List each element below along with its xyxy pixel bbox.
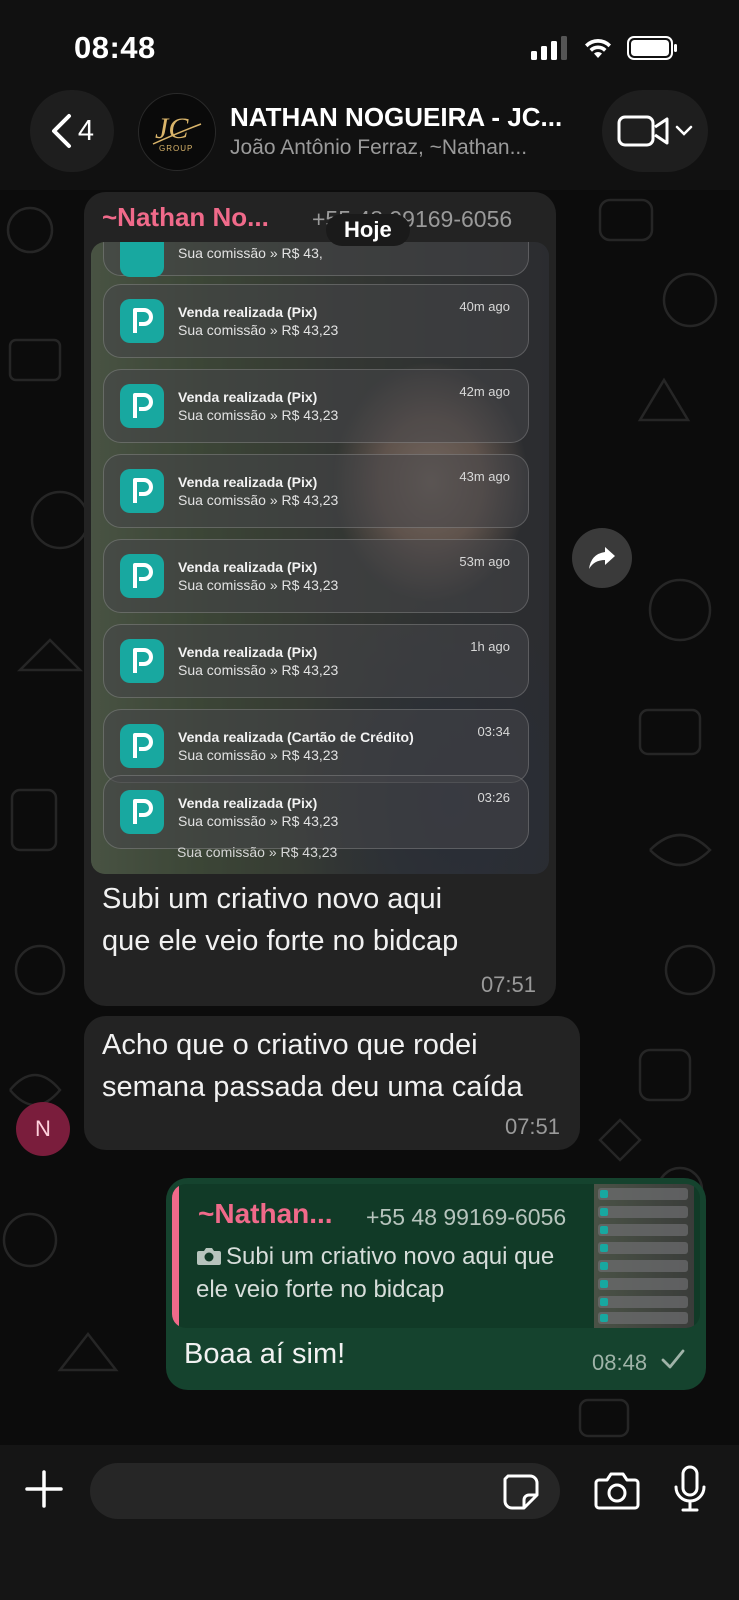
app-icon (120, 639, 164, 683)
quote-text: Subi um criativo novo aqui que ele veio … (196, 1240, 576, 1306)
quote-text-content: Subi um criativo novo aqui que ele veio … (196, 1243, 555, 1303)
date-chip: Hoje (326, 214, 410, 246)
video-call-button[interactable] (602, 90, 708, 172)
notification-title: Venda realizada (Pix) (178, 559, 318, 575)
notification-time: 40m ago (459, 299, 510, 314)
chevron-left-icon (51, 114, 71, 148)
message-line: Acho que o criativo que rodei (102, 1029, 478, 1061)
forward-button[interactable] (572, 528, 632, 588)
app-icon (120, 724, 164, 768)
message-text: Boaa aí sim! (184, 1338, 346, 1370)
status-icons (531, 36, 679, 60)
status-time: 08:48 (74, 30, 156, 65)
group-avatar[interactable]: JC GROUP (138, 93, 216, 171)
message-image[interactable]: Sua comissão » R$ 43, Venda realizada (P… (91, 242, 549, 874)
sender-avatar[interactable]: N (16, 1102, 70, 1156)
sticker-icon[interactable] (502, 1473, 540, 1511)
notification-text-partial: Sua comissão » R$ 43,23 (177, 844, 338, 860)
quote-sender: ~Nathan... (198, 1198, 333, 1229)
message-time: 08:48 (592, 1350, 648, 1375)
composer-bar (0, 1445, 739, 1600)
message-line: semana passada deu uma caída (102, 1071, 523, 1103)
back-button[interactable]: 4 (30, 90, 114, 172)
app-icon (120, 242, 164, 277)
message-line: Subi um criativo novo aqui (102, 883, 443, 915)
notification-text: Sua comissão » R$ 43,23 (178, 492, 339, 508)
battery-icon (627, 36, 677, 60)
notification-title: Venda realizada (Pix) (178, 389, 318, 405)
message-time: 07:51 (480, 972, 536, 997)
chat-area[interactable]: ~Nathan No... +55 48 99169-6056 Sua comi… (0, 190, 739, 1445)
chat-participants[interactable]: João Antônio Ferraz, ~Nathan... (230, 136, 570, 160)
notification-title: Venda realizada (Pix) (178, 644, 318, 660)
notification-title: Venda realizada (Pix) (178, 474, 318, 490)
app-logo-icon (133, 563, 153, 588)
unread-count: 4 (77, 114, 95, 147)
message-text: Subi um criativo novo aqui que ele veio … (102, 878, 458, 962)
notification-title: Venda realizada (Pix) (178, 795, 318, 811)
notification-text: Sua comissão » R$ 43,23 (178, 407, 339, 423)
app-logo-icon (133, 799, 153, 824)
wifi-icon (585, 38, 611, 58)
notification-title: Venda realizada (Pix) (178, 304, 318, 320)
camera-icon[interactable] (594, 1471, 640, 1511)
quote-thumbnail (594, 1184, 694, 1328)
notification-text: Sua comissão » R$ 43,23 (178, 322, 339, 338)
notification-text: Sua comissão » R$ 43,23 (178, 813, 339, 829)
notification-card: Venda realizada (Pix) Sua comissão » R$ 4… (103, 775, 529, 849)
app-logo-icon (133, 733, 153, 758)
app-icon (120, 384, 164, 428)
notification-text: Sua comissão » R$ 43,23 (178, 747, 339, 763)
video-camera-icon (617, 115, 669, 147)
message-time: 07:51 (504, 1114, 560, 1139)
message-input[interactable] (90, 1463, 560, 1519)
app-icon (120, 554, 164, 598)
app-logo-icon (133, 308, 153, 333)
microphone-icon[interactable] (672, 1465, 708, 1513)
notification-text: Sua comissão » R$ 43,23 (178, 577, 339, 593)
app-logo-icon (133, 393, 153, 418)
camera-small-icon (197, 1248, 221, 1265)
quote-accent-bar (172, 1184, 179, 1328)
notification-card: Venda realizada (Pix) Sua comissão » R$ 4… (103, 624, 529, 698)
notification-time: 03:34 (477, 724, 510, 739)
chat-header: 4 JC GROUP NATHAN NOGUEIRA - JC... João … (0, 90, 739, 190)
chevron-down-icon (675, 125, 693, 136)
notification-card-partial: Sua comissão » R$ 43, (103, 242, 529, 277)
sent-check-icon (661, 1349, 685, 1369)
notification-title: Venda realizada (Cartão de Crédito) (178, 729, 414, 745)
message-sender[interactable]: ~Nathan No... (102, 202, 269, 233)
jc-group-logo: JC GROUP (152, 112, 202, 153)
notification-text: Sua comissão » R$ 43,23 (178, 662, 339, 678)
app-icon (120, 790, 164, 834)
signal-icon (531, 36, 567, 60)
outgoing-message[interactable]: ~Nathan... +55 48 99169-6056 Subi um cri… (166, 1178, 706, 1390)
notification-time: 03:26 (477, 790, 510, 805)
app-icon (120, 469, 164, 513)
notification-card: Venda realizada (Pix) Sua comissão » R$ 4… (103, 284, 529, 358)
plus-icon[interactable] (24, 1469, 64, 1509)
notification-time: 43m ago (459, 469, 510, 484)
message-text: Acho que o criativo que rodei semana pas… (102, 1024, 523, 1108)
app-logo-icon (133, 478, 153, 503)
notification-time: 53m ago (459, 554, 510, 569)
status-bar: 08:48 (0, 0, 739, 90)
notification-card: Venda realizada (Pix) Sua comissão » R$ 4… (103, 539, 529, 613)
notification-card: Venda realizada (Pix) Sua comissão » R$ 4… (103, 369, 529, 443)
notification-time: 42m ago (459, 384, 510, 399)
app-logo-icon (133, 648, 153, 673)
quote-phone: +55 48 99169-6056 (366, 1204, 567, 1230)
forward-icon (589, 547, 615, 569)
notification-card: Venda realizada (Cartão de Crédito) Sua c… (103, 709, 529, 783)
svg-text:GROUP: GROUP (159, 144, 193, 153)
message-line: que ele veio forte no bidcap (102, 925, 459, 957)
chat-title[interactable]: NATHAN NOGUEIRA - JC... (230, 102, 580, 133)
notification-card: Venda realizada (Pix) Sua comissão » R$ 4… (103, 454, 529, 528)
incoming-message[interactable]: Acho que o criativo que rodei semana pas… (84, 1016, 580, 1150)
app-icon (120, 299, 164, 343)
incoming-message-with-image[interactable]: ~Nathan No... +55 48 99169-6056 Sua comi… (84, 192, 556, 1006)
notification-text: Sua comissão » R$ 43, (178, 245, 323, 261)
notification-time: 1h ago (470, 639, 510, 654)
quoted-message[interactable]: ~Nathan... +55 48 99169-6056 Subi um cri… (172, 1184, 700, 1328)
